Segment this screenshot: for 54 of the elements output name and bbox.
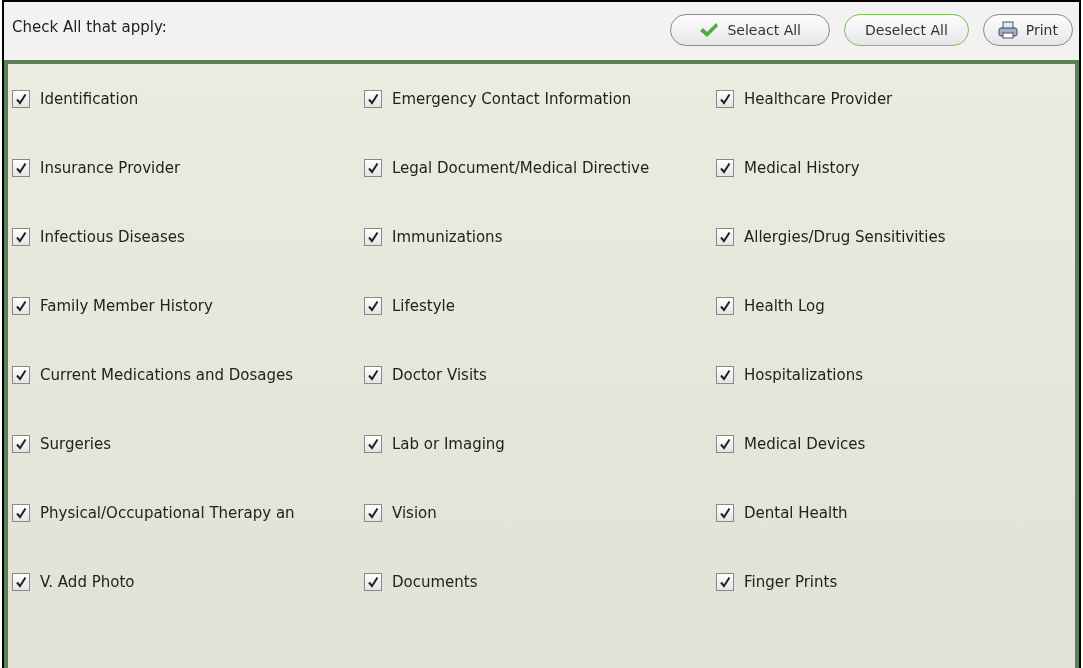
checkbox[interactable] [364,89,382,108]
checkbox[interactable] [12,158,30,177]
checkbox-label: Medical Devices [744,434,866,453]
checkbox-label: Medical History [744,158,860,177]
checkbox-label: Healthcare Provider [744,89,893,108]
checkbox[interactable] [364,365,382,384]
checkbox[interactable] [12,503,30,522]
checkbox-label: V. Add Photo [40,572,135,591]
checkbox-label: Dental Health [744,503,848,522]
checkbox[interactable] [716,365,734,384]
checkbox-label: Physical/Occupational Therapy an [40,503,295,522]
checkbox[interactable] [12,89,30,108]
checkbox[interactable] [364,296,382,315]
checkbox[interactable] [716,89,734,108]
checkbox-label: Hospitalizations [744,365,863,384]
checkbox-label: Surgeries [40,434,112,453]
checkbox-label: Doctor Visits [392,365,487,384]
checkbox-label: Finger Prints [744,572,838,591]
checkbox[interactable] [716,434,734,453]
checkbox[interactable] [364,503,382,522]
checkbox[interactable] [12,434,30,453]
instruction-text: Check All that apply: [12,18,168,36]
checkbox-label: Family Member History [40,296,213,315]
checkbox[interactable] [716,503,734,522]
checkbox-label: Infectious Diseases [40,227,185,246]
checkbox-label: Lifestyle [392,296,455,315]
checkbox[interactable] [364,227,382,246]
checkbox-label: Emergency Contact Information [392,89,632,108]
checkbox-label: Documents [392,572,478,591]
checkbox-label: Identification [40,89,139,108]
checkbox[interactable] [716,227,734,246]
checkbox-label: Allergies/Drug Sensitivities [744,227,946,246]
checkbox[interactable] [716,572,734,591]
checkbox[interactable] [716,296,734,315]
checkbox[interactable] [12,365,30,384]
checkbox-label: Insurance Provider [40,158,181,177]
deselect-all-button[interactable]: Deselect All [844,14,969,46]
checkbox-label: Vision [392,503,437,522]
checkbox-label: Lab or Imaging [392,434,505,453]
checkbox[interactable] [12,227,30,246]
check-icon [699,22,720,38]
checkbox[interactable] [12,572,30,591]
checkbox[interactable] [716,158,734,177]
checkbox-label: Health Log [744,296,825,315]
checkbox-label: Immunizations [392,227,503,246]
print-button[interactable]: Print [982,14,1073,46]
checkbox[interactable] [12,296,30,315]
printer-icon [997,21,1018,39]
checkbox[interactable] [364,572,382,591]
checkbox[interactable] [364,158,382,177]
select-all-button[interactable]: Seleact All [670,14,830,46]
checkbox-label: Current Medications and Dosages [40,365,293,384]
checkbox-label: Legal Document/Medical Directive [392,158,650,177]
checkbox[interactable] [364,434,382,453]
